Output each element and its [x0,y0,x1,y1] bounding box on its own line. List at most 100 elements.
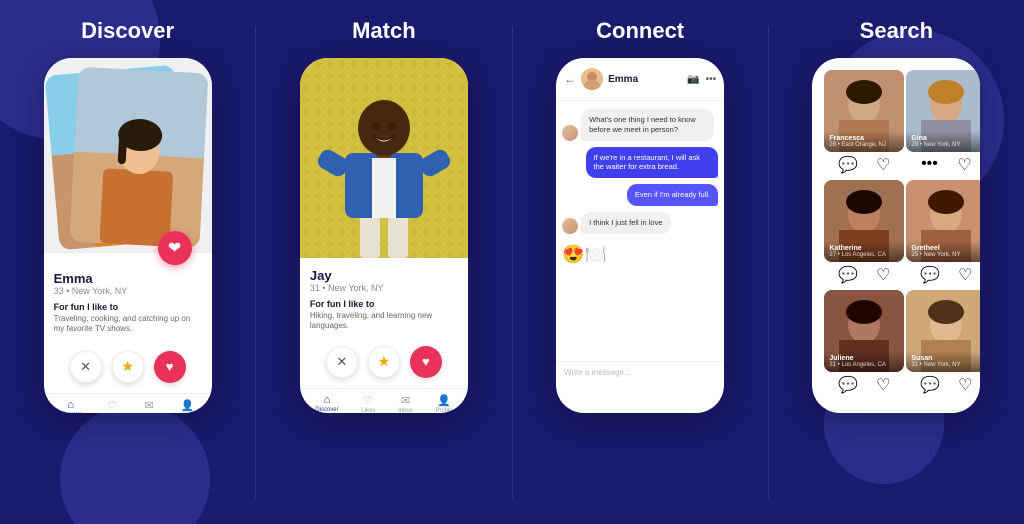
nav-discover[interactable]: ⌂ Discover [59,399,82,413]
dislike-button[interactable]: ✕ [70,351,102,383]
match-action-buttons: ✕ ★ ♥ [300,338,468,386]
profile-photo-front [69,67,208,249]
message-1-container: What's one thing I need to know before w… [562,109,718,141]
chat-avatar [581,68,603,90]
search-card-5-overlay: Juliene 31 • Los Angeles, CA [824,351,904,372]
search-chat-6[interactable]: 💬 [920,375,940,395]
profile-icon: 👤 [181,399,195,412]
match-dislike-button[interactable]: ✕ [326,346,358,378]
profile-description: Traveling, cooking, and catching up on m… [54,314,202,335]
discover-bottom-nav: ⌂ Discover ♡ Likes ✉ Inbox 👤 Profile [44,393,212,413]
search-name-1: Francesca [829,135,899,142]
message-3: Even if I'm already full. [627,184,718,206]
match-likes-icon: ♡ [363,394,373,407]
match-nav-discover-label: Discover [315,407,338,413]
person-illustration-front [69,67,208,249]
message-input-placeholder[interactable]: Write a message... [564,368,716,377]
discover-cards: ❤ [44,58,212,253]
search-card-col-1: Francesca 28 • East Orange, NJ 💬 ♡ [824,70,904,178]
more-icon[interactable]: ••• [706,74,717,85]
search-title: Search [860,18,933,44]
back-arrow[interactable]: ← [564,72,576,86]
search-sub-4: 25 • New York, NY [911,252,980,258]
nav-inbox[interactable]: ✉ Inbox [142,399,157,413]
message-4: I think I just fell in love [581,212,670,234]
match-phone: Jay 31 • New York, NY For fun I like to … [300,58,468,413]
match-nav-likes[interactable]: ♡ Likes [361,394,375,413]
search-card-4[interactable]: Gretheel 25 • New York, NY [906,180,980,262]
profile-age-location: 33 • New York, NY [54,286,202,296]
search-card-5[interactable]: Juliene 31 • Los Angeles, CA [824,290,904,372]
search-sub-2: 29 • New York, NY [911,142,980,148]
superlike-button[interactable]: ★ [112,351,144,383]
search-actions-2: ••• ♡ [906,152,980,178]
search-card-col-6: Susan 31 • New York, NY 💬 ♡ [906,290,980,398]
nav-discover-label: Discover [59,412,82,413]
home-icon: ⌂ [67,399,74,411]
match-photo-area [300,58,468,258]
search-chat-4[interactable]: 💬 [920,265,940,285]
search-chat-3[interactable]: 💬 [838,265,858,285]
search-card-col-5: Juliene 31 • Los Angeles, CA 💬 ♡ [824,290,904,398]
search-actions-3: 💬 ♡ [824,262,904,288]
chat-input-area[interactable]: Write a message... [556,361,724,383]
search-name-2: Gina [911,135,980,142]
match-nav-profile[interactable]: 👤 Profile [435,394,452,413]
search-card-col-3: Katherine 27 • Los Angeles, CA 💬 ♡ [824,180,904,288]
chat-header: ← Emma 📷 ••• [556,58,724,101]
chat-messages: What's one thing I need to know before w… [556,101,724,361]
match-inbox-icon: ✉ [401,394,410,407]
search-heart-6[interactable]: ♡ [958,375,972,395]
search-heart-5[interactable]: ♡ [876,375,890,395]
search-name-3: Katherine [829,245,899,252]
match-profile-icon: 👤 [437,394,451,407]
discover-title: Discover [81,18,174,44]
search-card-3[interactable]: Katherine 27 • Los Angeles, CA [824,180,904,262]
search-phone: Francesca 28 • East Orange, NJ 💬 ♡ [812,58,980,413]
search-name-5: Juliene [829,355,899,362]
match-nav-inbox[interactable]: ✉ Inbox [398,394,413,413]
match-nav-inbox-label: Inbox [398,408,413,413]
emoji-message: 😍🍽️ [562,240,607,269]
search-card-2[interactable]: Gina 29 • New York, NY [906,70,980,152]
message-4-container: I think I just fell in love [562,212,718,234]
search-chat-5[interactable]: 💬 [838,375,858,395]
search-card-col-4: Gretheel 25 • New York, NY 💬 ♡ [906,180,980,288]
nav-likes[interactable]: ♡ Likes [105,399,119,413]
search-more-2[interactable]: ••• [921,155,938,175]
match-nav-discover[interactable]: ⌂ Discover [315,394,338,413]
avatar-illustration [581,68,603,90]
search-card-4-overlay: Gretheel 25 • New York, NY [906,241,980,262]
video-icon[interactable]: 📷 [687,74,699,85]
search-card-6[interactable]: Susan 31 • New York, NY [906,290,980,372]
match-like-button[interactable]: ♥ [410,346,442,378]
inbox-icon: ✉ [145,399,154,412]
match-profile-name: Jay [310,268,458,283]
match-profile-info: Jay 31 • New York, NY For fun I like to … [300,258,468,338]
like-button[interactable]: ♥ [154,351,186,383]
nav-profile[interactable]: 👤 Profile [179,399,196,413]
profile-card-front [69,67,208,249]
action-buttons: ✕ ★ ♥ [44,343,212,391]
chat-username: Emma [608,74,682,85]
search-heart-1[interactable]: ♡ [876,155,890,175]
message-1: What's one thing I need to know before w… [581,109,714,141]
search-bottom-nav: ⊕ Discover ♡ Likes ✉ Inbox 👤 Profile [812,410,980,413]
search-content: Francesca 28 • East Orange, NJ 💬 ♡ [812,58,980,410]
discover-phone: ❤ Emma 33 • New York, NY For fun I like … [44,58,212,413]
search-chat-1[interactable]: 💬 [838,155,858,175]
search-actions-5: 💬 ♡ [824,372,904,398]
match-home-icon: ⌂ [324,394,331,406]
match-age-location: 31 • New York, NY [310,283,458,293]
search-card-1[interactable]: Francesca 28 • East Orange, NJ [824,70,904,152]
chat-action-icons: 📷 ••• [687,74,716,85]
search-sub-6: 31 • New York, NY [911,362,980,368]
search-heart-2[interactable]: ♡ [957,155,971,175]
search-card-col-2: Gina 29 • New York, NY ••• ♡ [906,70,980,178]
search-heart-3[interactable]: ♡ [876,265,890,285]
connect-title: Connect [596,18,684,44]
match-superlike-button[interactable]: ★ [368,346,400,378]
match-person-illustration [300,58,468,258]
discover-section: Discover [0,0,255,524]
search-heart-4[interactable]: ♡ [958,265,972,285]
